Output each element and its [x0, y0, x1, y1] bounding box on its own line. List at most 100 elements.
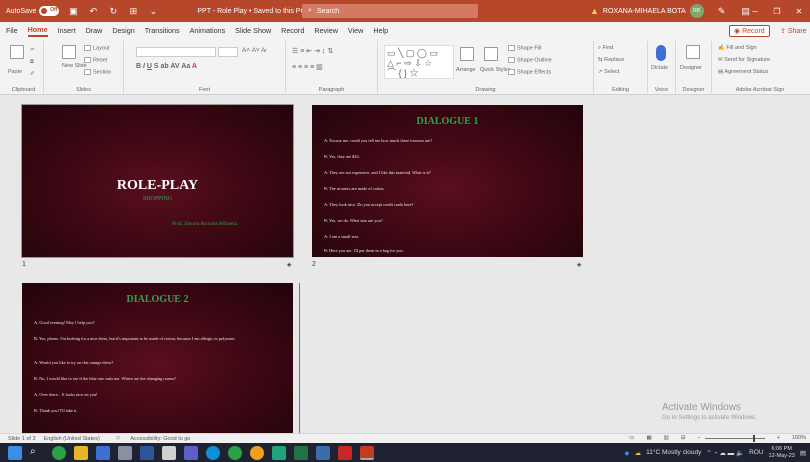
drawing-group: ▭ ╲ ▢ ◯ ▭ △ ⌐ ⇨ ⇩ ☆ ⌒ { } ☆ Arrange Quick … — [378, 41, 594, 93]
tab-insert[interactable]: Insert — [58, 26, 76, 35]
save-icon[interactable]: ▣ — [67, 5, 79, 17]
word-icon[interactable] — [140, 445, 154, 460]
shapes-gallery[interactable]: ▭ ╲ ▢ ◯ ▭ △ ⌐ ⇨ ⇩ ☆ ⌒ { } ☆ — [384, 45, 454, 79]
tab-draw[interactable]: Draw — [86, 26, 103, 35]
tab-transitions[interactable]: Transitions — [145, 26, 180, 35]
redo-icon[interactable]: ↻ — [107, 5, 119, 17]
tab-record[interactable]: Record — [281, 26, 304, 35]
mail-icon[interactable] — [96, 445, 110, 460]
app-icon[interactable] — [162, 445, 176, 460]
paste-icon[interactable] — [10, 45, 24, 59]
tab-review[interactable]: Review — [314, 26, 338, 35]
language-status[interactable]: English (United States) — [44, 436, 100, 442]
zoom-level[interactable]: 160% — [792, 435, 806, 441]
zoom-slider[interactable] — [704, 434, 765, 442]
font-size-input[interactable] — [218, 47, 238, 57]
pen-app-icon[interactable] — [118, 445, 132, 460]
tab-help[interactable]: Help — [373, 26, 388, 35]
paste-label[interactable]: Paste — [8, 69, 22, 75]
arrange-label[interactable]: Arrange — [456, 67, 476, 73]
pen-icon[interactable]: ✎ — [716, 5, 728, 17]
quick-styles-icon[interactable] — [484, 47, 498, 61]
autosave-toggle[interactable]: Off — [39, 6, 60, 16]
chrome-icon[interactable] — [52, 445, 66, 460]
app-icon[interactable] — [316, 445, 330, 460]
replace-button[interactable]: ⇆ Replace — [598, 57, 624, 63]
close-icon[interactable]: ✕ — [788, 0, 810, 22]
dictate-label[interactable]: Dictate — [651, 65, 668, 71]
copy-icon[interactable]: ⧉ — [30, 59, 34, 66]
share-button[interactable]: ⇪ Share — [776, 25, 810, 37]
browser-icon[interactable] — [250, 445, 264, 460]
avatar[interactable]: RB — [689, 4, 704, 18]
font-format-buttons[interactable]: B I U S ab AV Aa A — [136, 63, 197, 70]
fill-sign-button[interactable]: ✍ Fill and Sign — [718, 45, 757, 51]
slide-thumbnail-1[interactable]: ROLE-PLAY SHOPPING Prof. Săvoiu Roxana M… — [21, 104, 294, 258]
list-buttons[interactable]: ☰ ≡ ⇤ ⇥ ↕ ⇅ — [292, 47, 333, 55]
language-indicator[interactable]: ROU — [749, 449, 763, 456]
zoom-out-icon[interactable]: − — [697, 435, 700, 441]
document-title[interactable]: PPT - Role Play • Saved to this PC — [197, 8, 305, 15]
tab-slide-show[interactable]: Slide Show — [235, 26, 271, 35]
quick-access-more-icon[interactable]: ⌄ — [147, 5, 159, 17]
designer-button-label[interactable]: Designer — [680, 65, 702, 71]
normal-view-icon[interactable]: ▭ — [629, 435, 634, 441]
slide-thumbnail-2[interactable]: DIALOGUE 1 A: Excuse me, could you tell … — [312, 105, 583, 257]
quick-styles-label[interactable]: Quick Styles — [480, 67, 511, 73]
app-icon[interactable] — [272, 445, 286, 460]
shape-effects-button[interactable]: Shape Effects — [508, 69, 551, 75]
shape-outline-button[interactable]: Shape Outline — [508, 57, 552, 63]
font-name-input[interactable] — [136, 47, 216, 57]
edge-icon[interactable] — [206, 445, 220, 460]
format-painter-icon[interactable]: ✐ — [30, 71, 35, 77]
cut-icon[interactable]: ✂ — [30, 47, 35, 53]
user-area[interactable]: ▲ ROXANA-MIHAELA BOTA RB ✎ ▤ — [590, 4, 752, 18]
slideshow-icon[interactable]: ⊟ — [681, 435, 686, 441]
designer-group: Designer Designer — [676, 41, 712, 93]
arrange-icon[interactable] — [460, 47, 474, 61]
file-explorer-icon[interactable] — [74, 445, 88, 460]
slide-sorter-icon[interactable]: ▦ — [646, 435, 651, 441]
tray-icons[interactable]: ⌃ ◔ ☁ ▬ 🔈 — [706, 449, 744, 457]
tab-view[interactable]: View — [348, 26, 363, 35]
layout-button[interactable]: Layout — [84, 45, 110, 51]
tab-animations[interactable]: Animations — [190, 26, 226, 35]
whatsapp-icon[interactable] — [228, 445, 242, 460]
teams-icon[interactable] — [184, 445, 198, 460]
excel-icon[interactable] — [294, 445, 308, 460]
tab-home[interactable]: Home — [27, 25, 48, 37]
font-size-controls[interactable]: A˄ A˅ A̷ — [242, 47, 266, 54]
search-icon[interactable]: ⌕ — [30, 446, 44, 460]
tab-design[interactable]: Design — [112, 26, 134, 35]
reset-button[interactable]: Reset — [84, 57, 107, 63]
notification-icon[interactable]: ▤ — [800, 449, 806, 457]
shape-fill-button[interactable]: Shape Fill — [508, 45, 541, 51]
autosave-control[interactable]: AutoSave Off — [6, 6, 60, 16]
reading-view-icon[interactable]: ▥ — [664, 435, 669, 441]
designer-icon[interactable] — [686, 45, 700, 59]
search-box[interactable]: ⌕ Search — [302, 4, 478, 18]
new-slide-icon[interactable] — [62, 45, 76, 59]
select-button[interactable]: ➚ Select — [598, 69, 619, 75]
section-button[interactable]: Section — [84, 69, 111, 75]
send-signature-button[interactable]: ✉ Send for Signature — [718, 57, 770, 63]
microphone-icon[interactable] — [656, 45, 666, 61]
start-icon[interactable] — [8, 445, 22, 460]
agreement-status-button[interactable]: ▤ Agreement Status — [718, 69, 768, 75]
tab-file[interactable]: File — [6, 26, 18, 35]
help-icon[interactable]: ● — [624, 448, 629, 458]
acrobat-icon[interactable] — [338, 445, 352, 460]
present-icon[interactable]: ⊞ — [127, 5, 139, 17]
record-button[interactable]: ◉ Record — [729, 25, 770, 37]
zoom-in-icon[interactable]: + — [777, 435, 780, 441]
slide-thumbnail-3[interactable]: DIALOGUE 2 A: Good evening! May I help y… — [22, 283, 293, 433]
align-buttons[interactable]: ≡ ≡ ≡ ≡ ▥ — [292, 63, 323, 71]
weather-text[interactable]: 11°C Mostly cloudy — [646, 449, 701, 456]
undo-icon[interactable]: ↶ — [87, 5, 99, 17]
clock[interactable]: 6:06 PM 12-May-23 — [769, 446, 795, 460]
powerpoint-icon[interactable] — [360, 445, 374, 460]
maximize-icon[interactable]: ❐ — [766, 0, 788, 22]
minimize-icon[interactable]: ─ — [744, 0, 766, 22]
accessibility-status[interactable]: ⚐ Accessibility: Good to go — [108, 436, 191, 442]
find-button[interactable]: ⌕ Find — [598, 45, 613, 52]
